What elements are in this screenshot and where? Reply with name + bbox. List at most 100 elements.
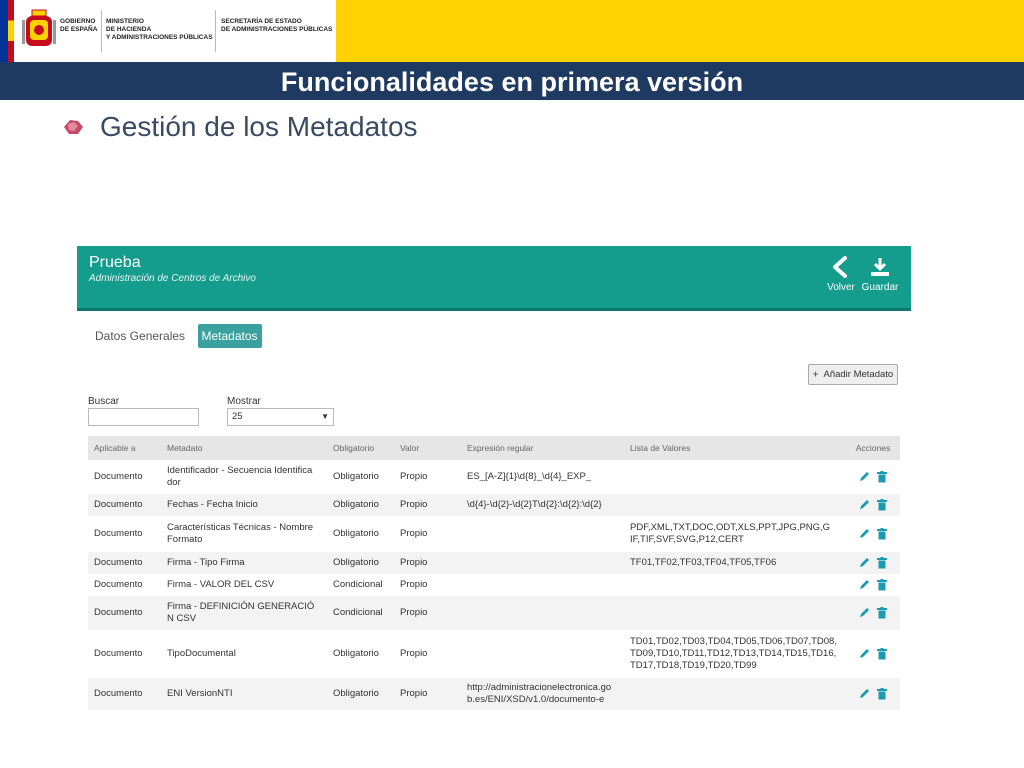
cell-expresion bbox=[461, 552, 624, 574]
table-header-row: Aplicable a Metadato Obligatorio Valor E… bbox=[88, 436, 900, 460]
cell-aplicable: Documento bbox=[94, 648, 143, 659]
caret-down-icon: ▼ bbox=[321, 412, 329, 421]
add-metadata-button[interactable]: + Añadir Metadato bbox=[808, 364, 898, 385]
cell-aplicable: Documento bbox=[88, 494, 161, 516]
cell-metadato: Firma - DEFINICIÓN GENERACIÓ N CSV bbox=[161, 596, 327, 630]
cell-acciones bbox=[846, 460, 900, 494]
col-header-expresion[interactable]: Expresión regular bbox=[461, 436, 624, 460]
cell-expresion bbox=[461, 516, 624, 552]
delete-trash-icon[interactable] bbox=[876, 687, 887, 700]
cell-valor: Propio bbox=[394, 678, 461, 710]
cell-metadato: ENI VersionNTI bbox=[161, 678, 327, 710]
cell-aplicable: Documento bbox=[94, 471, 143, 482]
add-metadata-label: Añadir Metadato bbox=[823, 369, 894, 380]
search-input[interactable] bbox=[88, 408, 199, 426]
cell-obligatorio: Condicional bbox=[327, 596, 394, 630]
cell-valor: Propio bbox=[400, 648, 428, 659]
cell-expresion: ES_[A-Z]{1}\d{8}_\d{4}_EXP_ bbox=[467, 471, 592, 482]
app-screenshot: Prueba Administración de Centros de Arch… bbox=[77, 246, 911, 726]
download-icon bbox=[871, 258, 889, 276]
secretaria-line: de Administraciones Públicas bbox=[221, 26, 333, 33]
save-button[interactable]: Guardar bbox=[860, 256, 900, 293]
edit-pencil-icon[interactable] bbox=[859, 471, 870, 482]
metadata-table: Aplicable a Metadato Obligatorio Valor E… bbox=[88, 436, 900, 710]
ministry-line: de Hacienda bbox=[106, 26, 152, 33]
delete-trash-icon[interactable] bbox=[876, 498, 887, 511]
cell-obligatorio: Obligatorio bbox=[327, 678, 394, 710]
tab-metadatos[interactable]: Metadatos bbox=[197, 324, 262, 348]
app-subtitle: Administración de Centros de Archivo bbox=[89, 273, 256, 284]
cell-metadato: Fechas - Fecha Inicio bbox=[161, 494, 327, 516]
cell-valor: Propio bbox=[394, 552, 461, 574]
edit-pencil-icon[interactable] bbox=[859, 579, 870, 590]
cell-expresion bbox=[461, 630, 624, 678]
cell-metadato: Firma - VALOR DEL CSV bbox=[167, 579, 275, 590]
cell-obligatorio: Condicional bbox=[333, 579, 383, 590]
cell-obligatorio: Obligatorio bbox=[333, 528, 379, 539]
col-header-aplicable[interactable]: Aplicable a bbox=[88, 436, 161, 460]
gov-line: Gobierno bbox=[60, 18, 96, 25]
table-row: Documento Identificador - Secuencia Iden… bbox=[88, 460, 900, 494]
delete-trash-icon[interactable] bbox=[876, 606, 887, 619]
eu-flag-strip bbox=[0, 0, 8, 62]
edit-pencil-icon[interactable] bbox=[859, 688, 870, 699]
gov-header: Gobierno de España Ministerio de Haciend… bbox=[0, 0, 1024, 62]
back-button[interactable]: Volver bbox=[821, 256, 861, 293]
cell-valor: Propio bbox=[400, 471, 428, 482]
col-header-acciones: Acciones bbox=[846, 436, 900, 460]
cell-aplicable: Documento bbox=[94, 579, 143, 590]
bullet-icon bbox=[64, 120, 83, 134]
cell-lista bbox=[624, 460, 846, 494]
cell-lista bbox=[624, 596, 846, 630]
ministry-text: Ministerio de Hacienda y Administracione… bbox=[106, 18, 213, 42]
cell-valor: Propio bbox=[400, 579, 428, 590]
tab-datos-generales[interactable]: Datos Generales bbox=[91, 324, 189, 348]
delete-trash-icon[interactable] bbox=[876, 556, 887, 569]
cell-lista: TF01,TF02,TF03,TF04,TF05,TF06 bbox=[624, 552, 846, 574]
plus-icon: + bbox=[812, 369, 819, 380]
cell-expresion: http://administracionelectronica.go b.es… bbox=[461, 678, 624, 710]
cell-aplicable: Documento bbox=[88, 678, 161, 710]
edit-pencil-icon[interactable] bbox=[859, 499, 870, 510]
cell-obligatorio: Obligatorio bbox=[333, 471, 379, 482]
page-size-select[interactable]: 25 ▼ bbox=[227, 408, 334, 426]
cell-acciones bbox=[846, 596, 900, 630]
coat-of-arms-icon bbox=[22, 9, 56, 46]
edit-pencil-icon[interactable] bbox=[859, 528, 870, 539]
cell-valor: Propio bbox=[400, 528, 428, 539]
col-header-lista[interactable]: Lista de Valores bbox=[624, 436, 846, 460]
edit-pencil-icon[interactable] bbox=[859, 557, 870, 568]
cell-aplicable: Documento bbox=[94, 528, 143, 539]
edit-pencil-icon[interactable] bbox=[859, 648, 870, 659]
col-header-metadato[interactable]: Metadato bbox=[161, 436, 327, 460]
table-row: Documento Firma - DEFINICIÓN GENERACIÓ N… bbox=[88, 596, 900, 630]
delete-trash-icon[interactable] bbox=[876, 647, 887, 660]
gov-line: de España bbox=[60, 26, 98, 33]
save-label: Guardar bbox=[861, 282, 899, 293]
cell-metadato: TipoDocumental bbox=[167, 648, 236, 659]
table-row: Documento ENI VersionNTI Obligatorio Pro… bbox=[88, 678, 900, 710]
table-row: Documento Fechas - Fecha Inicio Obligato… bbox=[88, 494, 900, 516]
divider bbox=[101, 10, 102, 52]
delete-trash-icon[interactable] bbox=[876, 578, 887, 591]
cell-acciones bbox=[846, 630, 900, 678]
secretaria-text: Secretaría de Estado de Administraciones… bbox=[221, 18, 332, 34]
slide-title: Funcionalidades en primera versión bbox=[280, 67, 744, 97]
cell-obligatorio: Obligatorio bbox=[327, 494, 394, 516]
cell-valor: Propio bbox=[394, 596, 461, 630]
col-header-valor[interactable]: Valor bbox=[394, 436, 461, 460]
search-label: Buscar bbox=[88, 396, 120, 407]
ministry-line: y Administraciones Públicas bbox=[106, 34, 213, 41]
show-label: Mostrar bbox=[227, 396, 261, 407]
cell-expresion bbox=[461, 596, 624, 630]
back-label: Volver bbox=[827, 282, 855, 293]
tab-bar: Datos Generales Metadatos bbox=[91, 324, 266, 348]
table-row: Documento Firma - Tipo Firma Obligatorio… bbox=[88, 552, 900, 574]
delete-trash-icon[interactable] bbox=[876, 470, 887, 483]
app-title: Prueba bbox=[89, 254, 141, 271]
delete-trash-icon[interactable] bbox=[876, 527, 887, 540]
col-header-obligatorio[interactable]: Obligatorio bbox=[327, 436, 394, 460]
cell-aplicable: Documento bbox=[88, 596, 161, 630]
edit-pencil-icon[interactable] bbox=[859, 607, 870, 618]
cell-lista bbox=[624, 574, 846, 596]
